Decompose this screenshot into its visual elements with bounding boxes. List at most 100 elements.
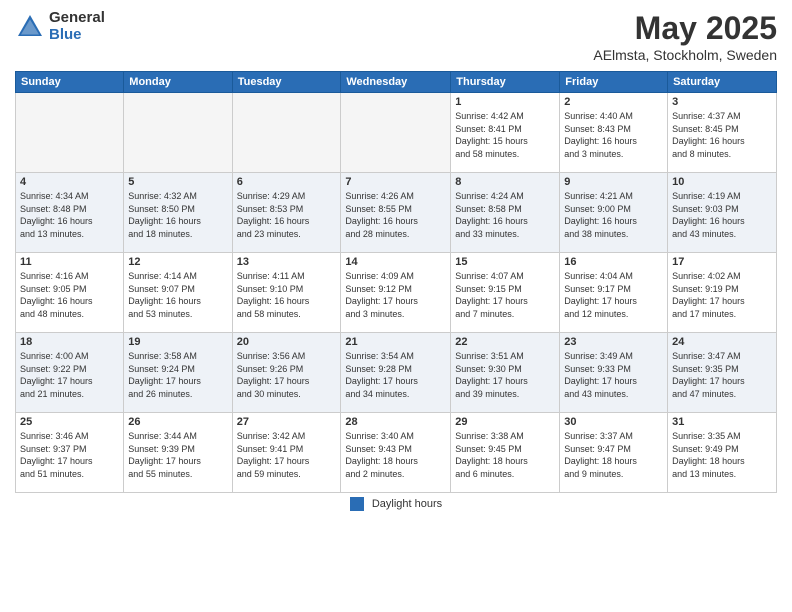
- calendar-cell: 23 Sunrise: 3:49 AM Sunset: 9:33 PM Dayli…: [560, 333, 668, 413]
- calendar-cell: 13 Sunrise: 4:11 AM Sunset: 9:10 PM Dayli…: [232, 253, 341, 333]
- calendar-cell: 19 Sunrise: 3:58 AM Sunset: 9:24 PM Dayli…: [124, 333, 232, 413]
- calendar-cell: [124, 93, 232, 173]
- logo-text: General Blue: [49, 10, 105, 43]
- day-number: 6: [237, 176, 337, 188]
- day-info: Sunrise: 4:11 AM Sunset: 9:10 PM Dayligh…: [237, 270, 337, 320]
- calendar-cell: 28 Sunrise: 3:40 AM Sunset: 9:43 PM Dayli…: [341, 413, 451, 493]
- logo: General Blue: [15, 10, 105, 43]
- day-number: 8: [455, 176, 555, 188]
- calendar-cell: 8Sunrise: 4:24 AM Sunset: 8:58 PM Daylig…: [451, 173, 560, 253]
- calendar-header-monday: Monday: [124, 72, 232, 93]
- day-info: Sunrise: 3:58 AM Sunset: 9:24 PM Dayligh…: [128, 350, 227, 400]
- calendar-cell: 4 Sunrise: 4:34 AM Sunset: 8:48 PM Daylig…: [16, 173, 124, 253]
- calendar-cell: 18 Sunrise: 4:00 AM Sunset: 9:22 PM Dayli…: [16, 333, 124, 413]
- day-number: 3: [672, 96, 772, 108]
- day-info: Sunrise: 4:02 AM Sunset: 9:19 PM Dayligh…: [672, 270, 772, 320]
- day-number: 16: [564, 256, 663, 268]
- day-info: Sunrise: 4:42 AM Sunset: 8:41 PM Dayligh…: [455, 110, 555, 160]
- day-number: 21: [345, 336, 446, 348]
- day-info: Sunrise: 4:26 AM Sunset: 8:55 PM Dayligh…: [345, 190, 446, 240]
- day-number: 5: [128, 176, 227, 188]
- title-block: May 2025 AElmsta, Stockholm, Sweden: [593, 10, 777, 63]
- day-info: Sunrise: 3:37 AM Sunset: 9:47 PM Dayligh…: [564, 430, 663, 480]
- logo-blue: Blue: [49, 27, 105, 44]
- calendar-cell: 20 Sunrise: 3:56 AM Sunset: 9:26 PM Dayli…: [232, 333, 341, 413]
- calendar-header-row: SundayMondayTuesdayWednesdayThursdayFrid…: [16, 72, 777, 93]
- day-number: 18: [20, 336, 119, 348]
- calendar-cell: 6Sunrise: 4:29 AM Sunset: 8:53 PM Daylig…: [232, 173, 341, 253]
- title-month: May 2025: [593, 10, 777, 47]
- day-number: 2: [564, 96, 663, 108]
- calendar-header-friday: Friday: [560, 72, 668, 93]
- day-number: 9: [564, 176, 663, 188]
- day-number: 7: [345, 176, 446, 188]
- day-info: Sunrise: 4:14 AM Sunset: 9:07 PM Dayligh…: [128, 270, 227, 320]
- day-number: 17: [672, 256, 772, 268]
- logo-general: General: [49, 10, 105, 27]
- legend-box: [350, 497, 364, 511]
- calendar-cell: [16, 93, 124, 173]
- calendar-cell: 10Sunrise: 4:19 AM Sunset: 9:03 PM Dayli…: [668, 173, 777, 253]
- calendar-week-5: 25 Sunrise: 3:46 AM Sunset: 9:37 PM Dayli…: [16, 413, 777, 493]
- calendar-cell: [232, 93, 341, 173]
- day-info: Sunrise: 4:00 AM Sunset: 9:22 PM Dayligh…: [20, 350, 119, 400]
- day-number: 20: [237, 336, 337, 348]
- day-info: Sunrise: 3:46 AM Sunset: 9:37 PM Dayligh…: [20, 430, 119, 480]
- day-info: Sunrise: 3:38 AM Sunset: 9:45 PM Dayligh…: [455, 430, 555, 480]
- day-number: 31: [672, 416, 772, 428]
- day-number: 30: [564, 416, 663, 428]
- day-number: 27: [237, 416, 337, 428]
- day-info: Sunrise: 3:42 AM Sunset: 9:41 PM Dayligh…: [237, 430, 337, 480]
- day-info: Sunrise: 3:51 AM Sunset: 9:30 PM Dayligh…: [455, 350, 555, 400]
- calendar-header-wednesday: Wednesday: [341, 72, 451, 93]
- calendar-header-sunday: Sunday: [16, 72, 124, 93]
- calendar-header-tuesday: Tuesday: [232, 72, 341, 93]
- day-number: 15: [455, 256, 555, 268]
- calendar-cell: 21Sunrise: 3:54 AM Sunset: 9:28 PM Dayli…: [341, 333, 451, 413]
- day-number: 24: [672, 336, 772, 348]
- day-number: 13: [237, 256, 337, 268]
- day-info: Sunrise: 3:56 AM Sunset: 9:26 PM Dayligh…: [237, 350, 337, 400]
- calendar-cell: 29Sunrise: 3:38 AM Sunset: 9:45 PM Dayli…: [451, 413, 560, 493]
- calendar-cell: 7 Sunrise: 4:26 AM Sunset: 8:55 PM Daylig…: [341, 173, 451, 253]
- day-info: Sunrise: 3:44 AM Sunset: 9:39 PM Dayligh…: [128, 430, 227, 480]
- logo-icon: [15, 12, 45, 42]
- day-number: 10: [672, 176, 772, 188]
- calendar-header-thursday: Thursday: [451, 72, 560, 93]
- calendar-week-3: 11Sunrise: 4:16 AM Sunset: 9:05 PM Dayli…: [16, 253, 777, 333]
- calendar-cell: [341, 93, 451, 173]
- calendar-header-saturday: Saturday: [668, 72, 777, 93]
- day-number: 14: [345, 256, 446, 268]
- day-info: Sunrise: 3:40 AM Sunset: 9:43 PM Dayligh…: [345, 430, 446, 480]
- calendar-week-2: 4 Sunrise: 4:34 AM Sunset: 8:48 PM Daylig…: [16, 173, 777, 253]
- day-info: Sunrise: 4:04 AM Sunset: 9:17 PM Dayligh…: [564, 270, 663, 320]
- calendar-table: SundayMondayTuesdayWednesdayThursdayFrid…: [15, 71, 777, 493]
- calendar-cell: 25 Sunrise: 3:46 AM Sunset: 9:37 PM Dayli…: [16, 413, 124, 493]
- calendar-cell: 27 Sunrise: 3:42 AM Sunset: 9:41 PM Dayli…: [232, 413, 341, 493]
- day-info: Sunrise: 4:21 AM Sunset: 9:00 PM Dayligh…: [564, 190, 663, 240]
- calendar-cell: 1Sunrise: 4:42 AM Sunset: 8:41 PM Daylig…: [451, 93, 560, 173]
- day-info: Sunrise: 4:37 AM Sunset: 8:45 PM Dayligh…: [672, 110, 772, 160]
- day-info: Sunrise: 3:49 AM Sunset: 9:33 PM Dayligh…: [564, 350, 663, 400]
- day-number: 23: [564, 336, 663, 348]
- day-number: 19: [128, 336, 227, 348]
- calendar-cell: 5 Sunrise: 4:32 AM Sunset: 8:50 PM Daylig…: [124, 173, 232, 253]
- calendar-cell: 15Sunrise: 4:07 AM Sunset: 9:15 PM Dayli…: [451, 253, 560, 333]
- day-info: Sunrise: 4:32 AM Sunset: 8:50 PM Dayligh…: [128, 190, 227, 240]
- calendar-week-1: 1Sunrise: 4:42 AM Sunset: 8:41 PM Daylig…: [16, 93, 777, 173]
- day-info: Sunrise: 4:34 AM Sunset: 8:48 PM Dayligh…: [20, 190, 119, 240]
- calendar-cell: 9 Sunrise: 4:21 AM Sunset: 9:00 PM Daylig…: [560, 173, 668, 253]
- day-info: Sunrise: 4:16 AM Sunset: 9:05 PM Dayligh…: [20, 270, 119, 320]
- calendar-cell: 14 Sunrise: 4:09 AM Sunset: 9:12 PM Dayli…: [341, 253, 451, 333]
- calendar-cell: 22Sunrise: 3:51 AM Sunset: 9:30 PM Dayli…: [451, 333, 560, 413]
- day-number: 26: [128, 416, 227, 428]
- day-number: 25: [20, 416, 119, 428]
- footer: Daylight hours: [15, 497, 777, 511]
- calendar-cell: 12 Sunrise: 4:14 AM Sunset: 9:07 PM Dayli…: [124, 253, 232, 333]
- day-number: 12: [128, 256, 227, 268]
- day-number: 28: [345, 416, 446, 428]
- day-info: Sunrise: 4:09 AM Sunset: 9:12 PM Dayligh…: [345, 270, 446, 320]
- calendar-cell: 11Sunrise: 4:16 AM Sunset: 9:05 PM Dayli…: [16, 253, 124, 333]
- day-number: 4: [20, 176, 119, 188]
- calendar-cell: 16 Sunrise: 4:04 AM Sunset: 9:17 PM Dayli…: [560, 253, 668, 333]
